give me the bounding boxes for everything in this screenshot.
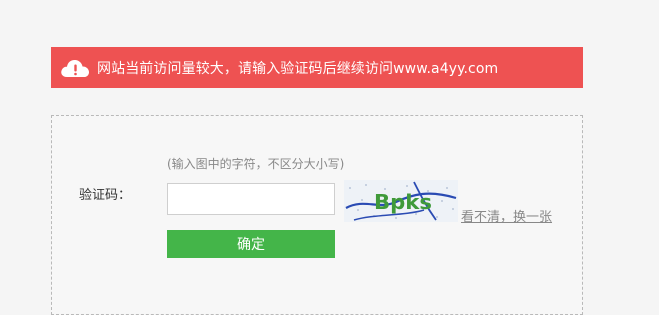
captcha-image[interactable]: Bpks — [344, 180, 458, 222]
captcha-input[interactable] — [167, 183, 335, 215]
alert-message: 网站当前访问量较大，请输入验证码后继续访问www.a4yy.com — [97, 60, 499, 77]
alert-banner: 网站当前访问量较大，请输入验证码后继续访问www.a4yy.com — [51, 47, 583, 88]
confirm-button[interactable]: 确定 — [167, 230, 335, 258]
warning-cloud-icon — [59, 57, 91, 79]
refresh-captcha-link[interactable]: 看不清，换一张 — [461, 206, 552, 225]
captcha-text: Bpks — [374, 190, 432, 214]
input-hint: (输入图中的字符，不区分大小写) — [167, 157, 345, 171]
captcha-label: 验证码： — [79, 188, 132, 203]
